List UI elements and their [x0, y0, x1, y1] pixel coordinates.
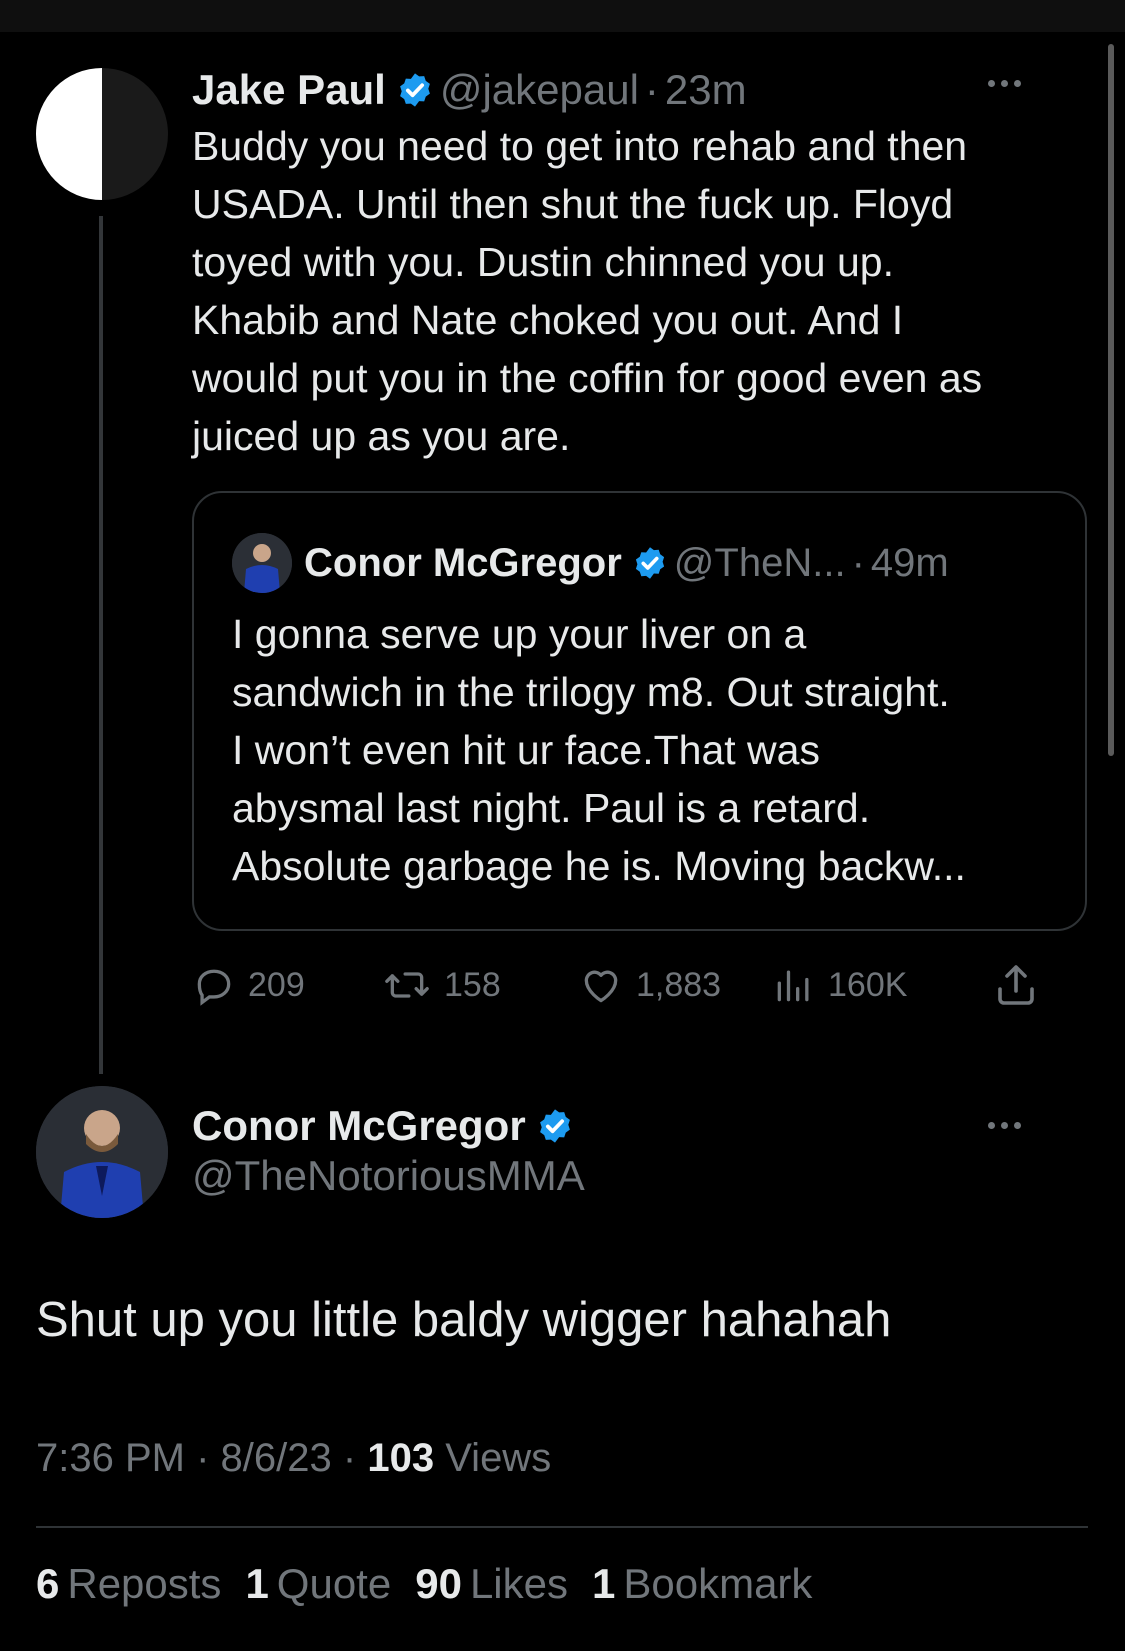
- separator-dot: ·: [644, 66, 659, 113]
- quoted-author-name: Conor McGregor: [304, 540, 622, 585]
- quoted-header: Conor McGregor @TheN... · 49m: [304, 533, 949, 593]
- view-count: 160K: [828, 965, 908, 1004]
- verified-badge-icon: [635, 547, 664, 579]
- reposts-count: 6: [36, 1560, 60, 1607]
- quotes-count: 1: [245, 1560, 269, 1607]
- bookmarks-stat[interactable]: 1 Bookmark: [592, 1560, 812, 1608]
- reposts-stat[interactable]: 6 Reposts: [36, 1560, 221, 1608]
- views-count: 103: [367, 1436, 435, 1480]
- parent-tweet-text: Buddy you need to get into rehab and the…: [192, 123, 983, 459]
- main-tweet-author: Conor McGregor: [192, 1096, 580, 1156]
- main-handle[interactable]: @TheNotoriousMMA: [192, 1152, 585, 1200]
- tweet-time[interactable]: 7:36 PM: [36, 1436, 185, 1480]
- tweet-meta: 7:36 PM · 8/6/23 · 103 Views: [36, 1436, 551, 1481]
- top-strip: [0, 0, 1125, 32]
- more-icon[interactable]: [988, 80, 1021, 87]
- quoted-tweet[interactable]: Conor McGregor @TheN... · 49m I gonna se…: [192, 491, 1087, 931]
- more-icon[interactable]: [988, 1122, 1021, 1129]
- avatar-white-half: [36, 68, 102, 200]
- quoted-time: 49m: [870, 540, 949, 585]
- tweet-date[interactable]: 8/6/23: [221, 1436, 332, 1480]
- separator-dot: ·: [342, 1436, 357, 1480]
- like-icon: [584, 970, 618, 1003]
- repost-icon: [385, 972, 429, 998]
- avatar-dark-half: [102, 68, 168, 200]
- avatar-conor-small: [232, 533, 292, 593]
- parent-time[interactable]: 23m: [665, 66, 747, 114]
- likes-stat[interactable]: 90 Likes: [415, 1560, 568, 1608]
- views-label: Views: [445, 1436, 552, 1480]
- like-count: 1,883: [636, 965, 722, 1004]
- avatar-conor-mcgregor[interactable]: [36, 1086, 168, 1218]
- verified-badge-icon: [539, 1109, 570, 1143]
- bookmarks-label: Bookmark: [623, 1560, 813, 1607]
- quotes-stat[interactable]: 1 Quote: [245, 1560, 391, 1608]
- quotes-label: Quote: [276, 1560, 392, 1607]
- verified-badge-icon: [399, 73, 430, 107]
- views-button[interactable]: 160K: [772, 955, 907, 1015]
- repost-button[interactable]: 158: [382, 955, 501, 1015]
- parent-handle[interactable]: @jakepaul: [440, 66, 639, 114]
- reply-icon: [197, 969, 231, 1006]
- repost-count: 158: [444, 965, 501, 1004]
- avatar-jake-paul[interactable]: [36, 68, 168, 200]
- parent-action-bar: 209 158 1,883 160K: [192, 955, 1087, 1015]
- views-icon: [777, 970, 809, 1002]
- reposts-label: Reposts: [67, 1560, 222, 1607]
- quoted-tweet-text: I gonna serve up your liver on a sandwic…: [232, 611, 966, 889]
- share-button[interactable]: [992, 955, 1052, 1015]
- share-icon: [998, 965, 1034, 1005]
- divider: [36, 1526, 1088, 1528]
- main-tweet-text: Shut up you little baldy wigger hahahah: [36, 1293, 892, 1347]
- parent-tweet-header: Jake Paul @jakepaul · 23m: [192, 62, 747, 118]
- quoted-handle: @TheN...: [673, 540, 846, 585]
- reply-count: 209: [248, 965, 305, 1004]
- separator-dot: ·: [851, 540, 865, 585]
- separator-dot: ·: [196, 1436, 210, 1480]
- likes-count: 90: [415, 1560, 462, 1607]
- thread-line: [99, 216, 103, 1074]
- scrollbar[interactable]: [1108, 44, 1114, 756]
- reply-button[interactable]: 209: [192, 955, 305, 1015]
- parent-author-name[interactable]: Jake Paul: [192, 66, 386, 114]
- main-author-name[interactable]: Conor McGregor: [192, 1102, 526, 1150]
- like-button[interactable]: 1,883: [578, 955, 721, 1015]
- bookmarks-count: 1: [592, 1560, 616, 1607]
- likes-label: Likes: [469, 1560, 568, 1607]
- engagement-stats: 6 Reposts 1 Quote 90 Likes 1 Bookmark: [36, 1560, 812, 1608]
